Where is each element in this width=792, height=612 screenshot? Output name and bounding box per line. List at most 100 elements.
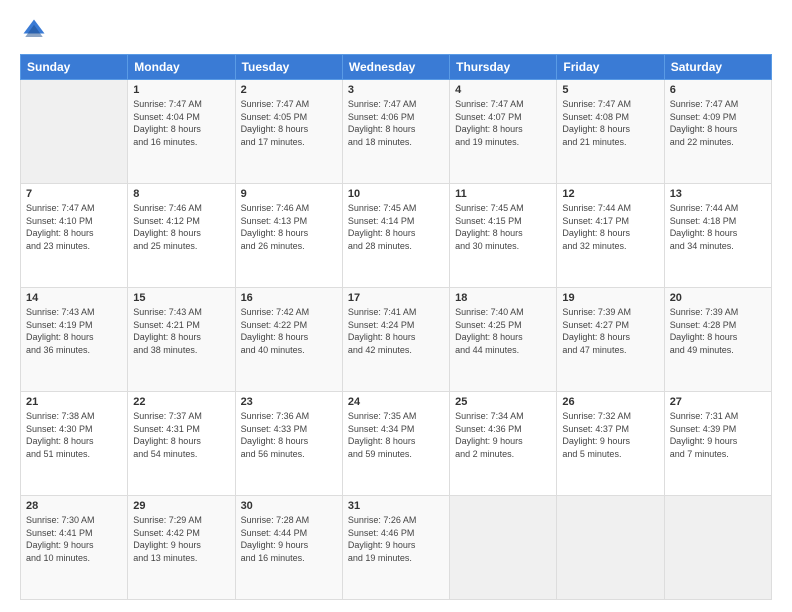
- day-number: 5: [562, 84, 658, 96]
- calendar-cell: 1 Sunrise: 7:47 AM Sunset: 4:04 PM Daylig…: [128, 80, 235, 184]
- day-info: Sunrise: 7:35 AM Sunset: 4:34 PM Dayligh…: [348, 410, 444, 460]
- day-number: 11: [455, 188, 551, 200]
- day-info: Sunrise: 7:42 AM Sunset: 4:22 PM Dayligh…: [241, 306, 337, 356]
- day-info: Sunrise: 7:38 AM Sunset: 4:30 PM Dayligh…: [26, 410, 122, 460]
- calendar-cell: 27 Sunrise: 7:31 AM Sunset: 4:39 PM Dayli…: [664, 392, 771, 496]
- day-info: Sunrise: 7:29 AM Sunset: 4:42 PM Dayligh…: [133, 514, 229, 564]
- day-number: 12: [562, 188, 658, 200]
- day-info: Sunrise: 7:43 AM Sunset: 4:19 PM Dayligh…: [26, 306, 122, 356]
- calendar-week-3: 14 Sunrise: 7:43 AM Sunset: 4:19 PM Dayli…: [21, 288, 772, 392]
- calendar-header-thursday: Thursday: [450, 55, 557, 80]
- day-number: 14: [26, 292, 122, 304]
- calendar-cell: 20Sunrise: 7:39 AM Sunset: 4:28 PM Dayli…: [664, 288, 771, 392]
- calendar-cell: 31 Sunrise: 7:26 AM Sunset: 4:46 PM Dayli…: [342, 496, 449, 600]
- calendar-cell: 17Sunrise: 7:41 AM Sunset: 4:24 PM Dayli…: [342, 288, 449, 392]
- day-info: Sunrise: 7:44 AM Sunset: 4:17 PM Dayligh…: [562, 202, 658, 252]
- day-info: Sunrise: 7:46 AM Sunset: 4:12 PM Dayligh…: [133, 202, 229, 252]
- day-info: Sunrise: 7:47 AM Sunset: 4:04 PM Dayligh…: [133, 98, 229, 148]
- day-number: 26: [562, 396, 658, 408]
- logo-icon: [20, 16, 48, 44]
- calendar-cell: 5Sunrise: 7:47 AM Sunset: 4:08 PM Daylig…: [557, 80, 664, 184]
- day-number: 28: [26, 500, 122, 512]
- day-info: Sunrise: 7:43 AM Sunset: 4:21 PM Dayligh…: [133, 306, 229, 356]
- calendar-week-4: 21Sunrise: 7:38 AM Sunset: 4:30 PM Dayli…: [21, 392, 772, 496]
- calendar-cell: 14 Sunrise: 7:43 AM Sunset: 4:19 PM Dayli…: [21, 288, 128, 392]
- day-number: 16: [241, 292, 337, 304]
- calendar-cell: 8 Sunrise: 7:46 AM Sunset: 4:12 PM Daylig…: [128, 184, 235, 288]
- calendar-cell: 15 Sunrise: 7:43 AM Sunset: 4:21 PM Dayli…: [128, 288, 235, 392]
- day-info: Sunrise: 7:31 AM Sunset: 4:39 PM Dayligh…: [670, 410, 766, 460]
- calendar-cell: 28 Sunrise: 7:30 AM Sunset: 4:41 PM Dayli…: [21, 496, 128, 600]
- calendar-cell: 13 Sunrise: 7:44 AM Sunset: 4:18 PM Dayli…: [664, 184, 771, 288]
- calendar-table: SundayMondayTuesdayWednesdayThursdayFrid…: [20, 54, 772, 600]
- calendar-cell: 9 Sunrise: 7:46 AM Sunset: 4:13 PM Daylig…: [235, 184, 342, 288]
- calendar-week-2: 7Sunrise: 7:47 AM Sunset: 4:10 PM Daylig…: [21, 184, 772, 288]
- calendar-cell: 10 Sunrise: 7:45 AM Sunset: 4:14 PM Dayli…: [342, 184, 449, 288]
- page: SundayMondayTuesdayWednesdayThursdayFrid…: [0, 0, 792, 612]
- day-info: Sunrise: 7:39 AM Sunset: 4:27 PM Dayligh…: [562, 306, 658, 356]
- day-number: 22: [133, 396, 229, 408]
- day-number: 25: [455, 396, 551, 408]
- calendar-header-monday: Monday: [128, 55, 235, 80]
- day-info: Sunrise: 7:32 AM Sunset: 4:37 PM Dayligh…: [562, 410, 658, 460]
- day-number: 2: [241, 84, 337, 96]
- day-number: 27: [670, 396, 766, 408]
- day-number: 18: [455, 292, 551, 304]
- calendar-cell: [21, 80, 128, 184]
- logo: [20, 16, 52, 44]
- day-number: 24: [348, 396, 444, 408]
- day-number: 29: [133, 500, 229, 512]
- day-info: Sunrise: 7:47 AM Sunset: 4:09 PM Dayligh…: [670, 98, 766, 148]
- day-number: 13: [670, 188, 766, 200]
- day-number: 9: [241, 188, 337, 200]
- calendar-cell: [450, 496, 557, 600]
- calendar-cell: 2 Sunrise: 7:47 AM Sunset: 4:05 PM Daylig…: [235, 80, 342, 184]
- day-number: 7: [26, 188, 122, 200]
- calendar-cell: 23 Sunrise: 7:36 AM Sunset: 4:33 PM Dayli…: [235, 392, 342, 496]
- day-info: Sunrise: 7:47 AM Sunset: 4:05 PM Dayligh…: [241, 98, 337, 148]
- calendar-cell: 25 Sunrise: 7:34 AM Sunset: 4:36 PM Dayli…: [450, 392, 557, 496]
- day-number: 19: [562, 292, 658, 304]
- calendar-cell: 30Sunrise: 7:28 AM Sunset: 4:44 PM Dayli…: [235, 496, 342, 600]
- day-number: 23: [241, 396, 337, 408]
- calendar-cell: 7Sunrise: 7:47 AM Sunset: 4:10 PM Daylig…: [21, 184, 128, 288]
- header: [20, 16, 772, 44]
- calendar-header-tuesday: Tuesday: [235, 55, 342, 80]
- day-info: Sunrise: 7:46 AM Sunset: 4:13 PM Dayligh…: [241, 202, 337, 252]
- day-number: 6: [670, 84, 766, 96]
- day-info: Sunrise: 7:40 AM Sunset: 4:25 PM Dayligh…: [455, 306, 551, 356]
- day-info: Sunrise: 7:36 AM Sunset: 4:33 PM Dayligh…: [241, 410, 337, 460]
- calendar-cell: 21Sunrise: 7:38 AM Sunset: 4:30 PM Dayli…: [21, 392, 128, 496]
- day-number: 8: [133, 188, 229, 200]
- calendar-week-1: 1 Sunrise: 7:47 AM Sunset: 4:04 PM Daylig…: [21, 80, 772, 184]
- calendar-week-5: 28 Sunrise: 7:30 AM Sunset: 4:41 PM Dayli…: [21, 496, 772, 600]
- day-number: 10: [348, 188, 444, 200]
- calendar-cell: [664, 496, 771, 600]
- day-number: 31: [348, 500, 444, 512]
- calendar-cell: 12 Sunrise: 7:44 AM Sunset: 4:17 PM Dayli…: [557, 184, 664, 288]
- day-number: 15: [133, 292, 229, 304]
- calendar-cell: 4Sunrise: 7:47 AM Sunset: 4:07 PM Daylig…: [450, 80, 557, 184]
- day-info: Sunrise: 7:34 AM Sunset: 4:36 PM Dayligh…: [455, 410, 551, 460]
- day-info: Sunrise: 7:37 AM Sunset: 4:31 PM Dayligh…: [133, 410, 229, 460]
- calendar-cell: [557, 496, 664, 600]
- calendar-header-wednesday: Wednesday: [342, 55, 449, 80]
- calendar-header-saturday: Saturday: [664, 55, 771, 80]
- day-info: Sunrise: 7:41 AM Sunset: 4:24 PM Dayligh…: [348, 306, 444, 356]
- calendar-cell: 24 Sunrise: 7:35 AM Sunset: 4:34 PM Dayli…: [342, 392, 449, 496]
- day-info: Sunrise: 7:39 AM Sunset: 4:28 PM Dayligh…: [670, 306, 766, 356]
- calendar-header-friday: Friday: [557, 55, 664, 80]
- calendar-header-sunday: Sunday: [21, 55, 128, 80]
- day-number: 3: [348, 84, 444, 96]
- day-number: 4: [455, 84, 551, 96]
- day-info: Sunrise: 7:44 AM Sunset: 4:18 PM Dayligh…: [670, 202, 766, 252]
- day-number: 1: [133, 84, 229, 96]
- day-info: Sunrise: 7:28 AM Sunset: 4:44 PM Dayligh…: [241, 514, 337, 564]
- calendar-cell: 29 Sunrise: 7:29 AM Sunset: 4:42 PM Dayli…: [128, 496, 235, 600]
- calendar-cell: 11Sunrise: 7:45 AM Sunset: 4:15 PM Dayli…: [450, 184, 557, 288]
- calendar-cell: 3Sunrise: 7:47 AM Sunset: 4:06 PM Daylig…: [342, 80, 449, 184]
- day-info: Sunrise: 7:26 AM Sunset: 4:46 PM Dayligh…: [348, 514, 444, 564]
- day-info: Sunrise: 7:30 AM Sunset: 4:41 PM Dayligh…: [26, 514, 122, 564]
- day-info: Sunrise: 7:45 AM Sunset: 4:14 PM Dayligh…: [348, 202, 444, 252]
- calendar-cell: 22 Sunrise: 7:37 AM Sunset: 4:31 PM Dayli…: [128, 392, 235, 496]
